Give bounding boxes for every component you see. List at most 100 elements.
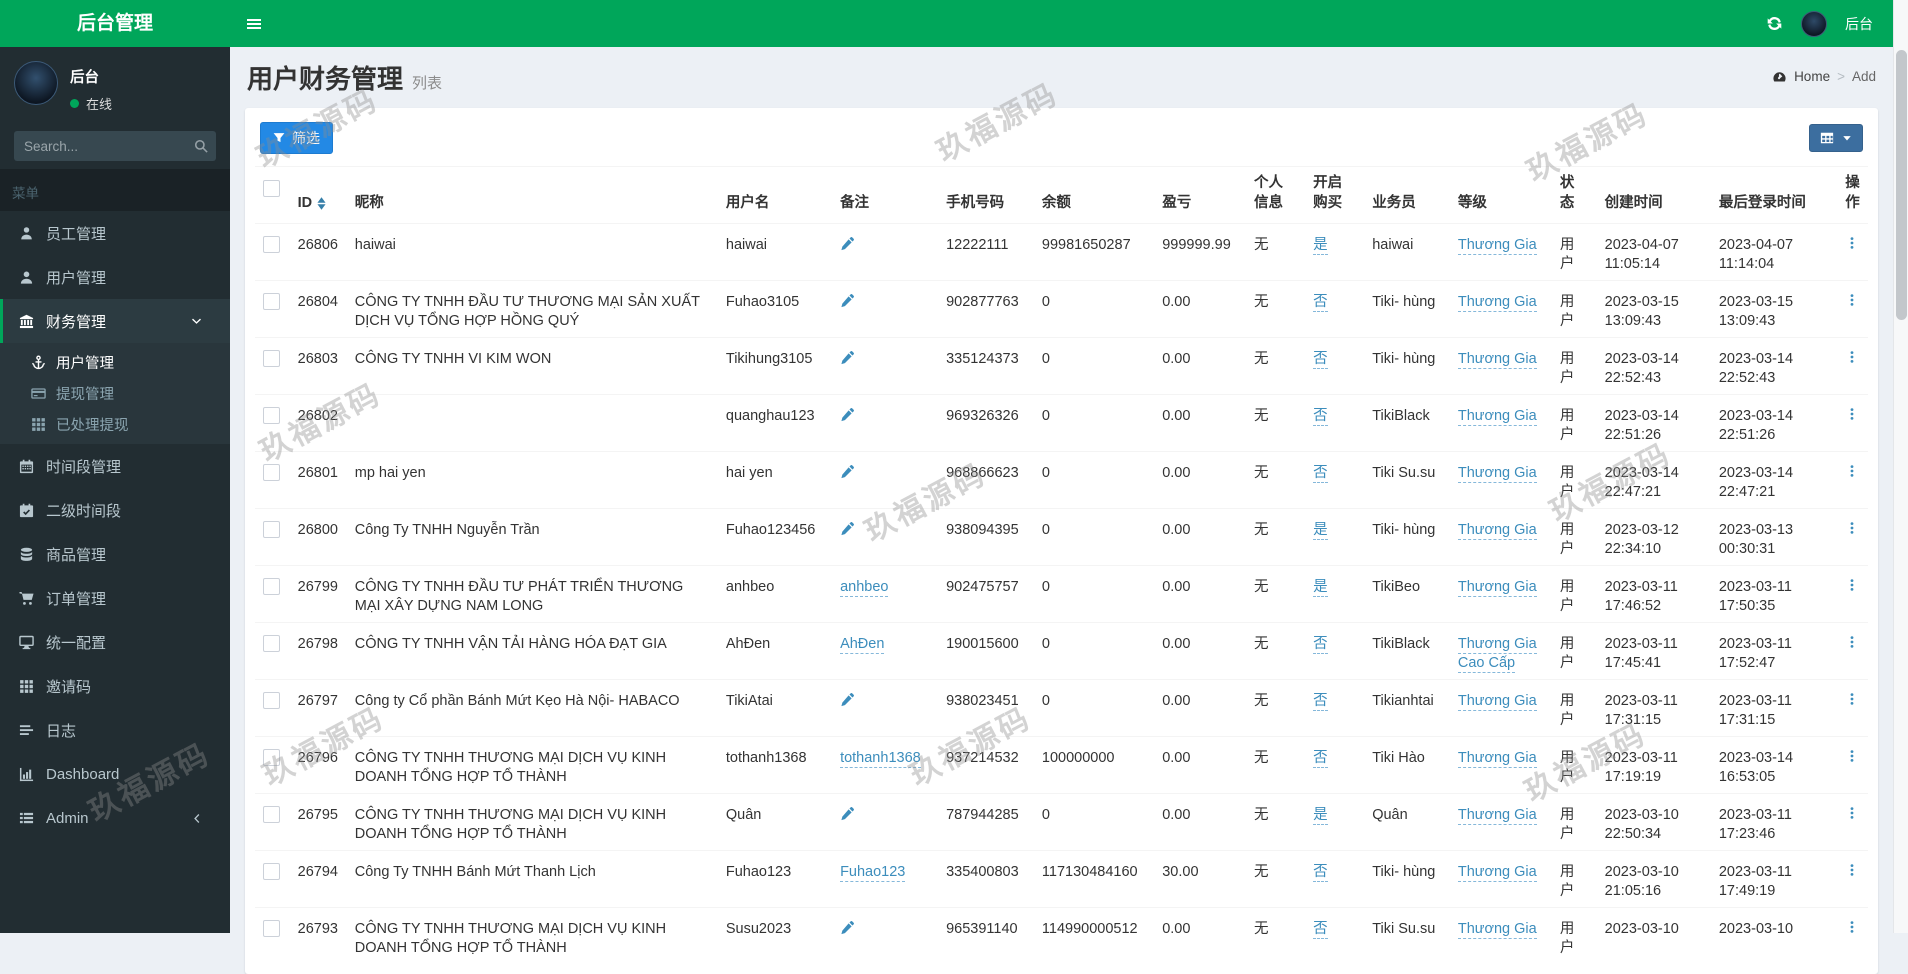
- remark-link[interactable]: anhbeo: [840, 579, 889, 597]
- row-actions-icon[interactable]: [1845, 806, 1859, 820]
- brand-logo[interactable]: 后台管理: [0, 0, 230, 47]
- buy-toggle-link[interactable]: 否: [1313, 408, 1328, 426]
- level-link[interactable]: Thương Gia: [1457, 237, 1537, 255]
- topbar-user-name[interactable]: 后台: [1845, 14, 1873, 34]
- buy-toggle-link[interactable]: 否: [1313, 351, 1328, 369]
- row-checkbox[interactable]: [263, 407, 280, 424]
- level-link[interactable]: Thương Gia: [1457, 750, 1537, 768]
- row-actions-icon[interactable]: [1845, 863, 1859, 877]
- edit-remark-icon[interactable]: [840, 293, 855, 308]
- sidebar-user-status[interactable]: 在线: [70, 94, 112, 113]
- sidebar-subitem-processed-withdraw[interactable]: 已处理提现: [0, 409, 230, 440]
- avatar[interactable]: [14, 61, 58, 105]
- level-link[interactable]: Thương Gia: [1457, 807, 1537, 825]
- sidebar-item-timeslot-management[interactable]: 时间段管理: [0, 444, 230, 488]
- buy-toggle-link[interactable]: 否: [1313, 465, 1328, 483]
- level-link[interactable]: Thương Gia: [1457, 408, 1537, 426]
- edit-remark-icon[interactable]: [840, 692, 855, 707]
- buy-toggle-link[interactable]: 否: [1313, 294, 1328, 312]
- scrollbar-thumb[interactable]: [1896, 50, 1907, 320]
- row-actions-icon[interactable]: [1845, 635, 1859, 649]
- sidebar-item-admin[interactable]: Admin: [0, 796, 230, 840]
- user-avatar[interactable]: [1801, 10, 1827, 37]
- level-link[interactable]: Thương Gia Cao Cấp: [1457, 636, 1537, 673]
- row-checkbox[interactable]: [263, 692, 280, 709]
- cell-remark: [832, 280, 939, 338]
- sidebar-item-staff-management[interactable]: 员工管理: [0, 211, 230, 255]
- edit-remark-icon[interactable]: [840, 464, 855, 479]
- buy-toggle-link[interactable]: 是: [1313, 807, 1328, 825]
- row-actions-icon[interactable]: [1845, 692, 1859, 706]
- refresh-icon[interactable]: [1766, 15, 1783, 32]
- level-link[interactable]: Thương Gia: [1457, 522, 1537, 540]
- column-header-id[interactable]: ID: [298, 193, 327, 213]
- level-link[interactable]: Thương Gia: [1457, 465, 1537, 483]
- level-link[interactable]: Thương Gia: [1457, 864, 1537, 882]
- buy-toggle-link[interactable]: 否: [1313, 636, 1328, 654]
- level-link[interactable]: Thương Gia: [1457, 579, 1537, 597]
- sidebar-item-dashboard[interactable]: Dashboard: [0, 752, 230, 796]
- table-row: 26798 CÔNG TY TNHH VẬN TẢI HÀNG HÓA ĐẠT G…: [255, 622, 1868, 680]
- row-actions-icon[interactable]: [1845, 749, 1859, 763]
- level-link[interactable]: Thương Gia: [1457, 921, 1537, 939]
- remark-link[interactable]: Fuhao123: [840, 864, 906, 882]
- sidebar-item-unified-config[interactable]: 统一配置: [0, 620, 230, 664]
- breadcrumb-home-link[interactable]: Home: [1794, 69, 1830, 84]
- row-actions-icon[interactable]: [1845, 236, 1859, 250]
- filter-button[interactable]: 筛选: [260, 122, 333, 154]
- edit-remark-icon[interactable]: [840, 521, 855, 536]
- row-actions-icon[interactable]: [1845, 920, 1859, 934]
- row-checkbox[interactable]: [263, 863, 280, 880]
- cell-balance: 117130484160: [1033, 850, 1155, 908]
- sidebar-subitem-withdraw-management[interactable]: 提现管理: [0, 378, 230, 409]
- row-checkbox[interactable]: [263, 521, 280, 538]
- row-actions-icon[interactable]: [1845, 578, 1859, 592]
- row-checkbox[interactable]: [263, 806, 280, 823]
- buy-toggle-link[interactable]: 否: [1313, 921, 1328, 939]
- buy-toggle-link[interactable]: 否: [1313, 693, 1328, 711]
- buy-toggle-link[interactable]: 是: [1313, 237, 1328, 255]
- row-checkbox[interactable]: [263, 749, 280, 766]
- sidebar-item-order-management[interactable]: 订单管理: [0, 576, 230, 620]
- search-icon[interactable]: [194, 139, 208, 153]
- row-checkbox[interactable]: [263, 464, 280, 481]
- row-checkbox[interactable]: [263, 920, 280, 937]
- row-actions-icon[interactable]: [1845, 293, 1859, 307]
- sidebar-item-finance-management[interactable]: 财务管理: [0, 299, 230, 343]
- row-checkbox[interactable]: [263, 578, 280, 595]
- sidebar-item-user-management[interactable]: 用户管理: [0, 255, 230, 299]
- row-actions-icon[interactable]: [1845, 407, 1859, 421]
- edit-remark-icon[interactable]: [840, 236, 855, 251]
- row-actions-icon[interactable]: [1845, 521, 1859, 535]
- remark-link[interactable]: tothanh1368: [840, 750, 921, 768]
- buy-toggle-link[interactable]: 是: [1313, 579, 1328, 597]
- remark-link[interactable]: AhĐen: [840, 636, 885, 654]
- select-all-checkbox[interactable]: [263, 180, 280, 197]
- edit-remark-icon[interactable]: [840, 407, 855, 422]
- edit-remark-icon[interactable]: [840, 350, 855, 365]
- cell-personal-info: 无: [1245, 622, 1306, 680]
- sidebar-item-sub-timeslot[interactable]: 二级时间段: [0, 488, 230, 532]
- row-actions-icon[interactable]: [1845, 464, 1859, 478]
- row-actions-icon[interactable]: [1845, 350, 1859, 364]
- sidebar-item-logs[interactable]: 日志: [0, 708, 230, 752]
- edit-remark-icon[interactable]: [840, 806, 855, 821]
- buy-toggle-link[interactable]: 是: [1313, 522, 1328, 540]
- row-checkbox[interactable]: [263, 350, 280, 367]
- row-checkbox[interactable]: [263, 635, 280, 652]
- sidebar-subitem-finance-user-management[interactable]: 用户管理: [0, 347, 230, 378]
- row-checkbox[interactable]: [263, 293, 280, 310]
- level-link[interactable]: Thương Gia: [1457, 693, 1537, 711]
- column-selector-button[interactable]: [1809, 124, 1863, 152]
- cell-salesman: TikiBeo: [1364, 565, 1450, 623]
- search-input[interactable]: [14, 131, 216, 161]
- buy-toggle-link[interactable]: 否: [1313, 750, 1328, 768]
- sidebar-toggle-button[interactable]: [230, 0, 278, 47]
- row-checkbox[interactable]: [263, 236, 280, 253]
- vertical-scrollbar[interactable]: [1893, 0, 1908, 933]
- level-link[interactable]: Thương Gia: [1457, 351, 1537, 369]
- level-link[interactable]: Thương Gia: [1457, 294, 1537, 312]
- sidebar-item-invite-code[interactable]: 邀请码: [0, 664, 230, 708]
- sidebar-item-product-management[interactable]: 商品管理: [0, 532, 230, 576]
- buy-toggle-link[interactable]: 否: [1313, 864, 1328, 882]
